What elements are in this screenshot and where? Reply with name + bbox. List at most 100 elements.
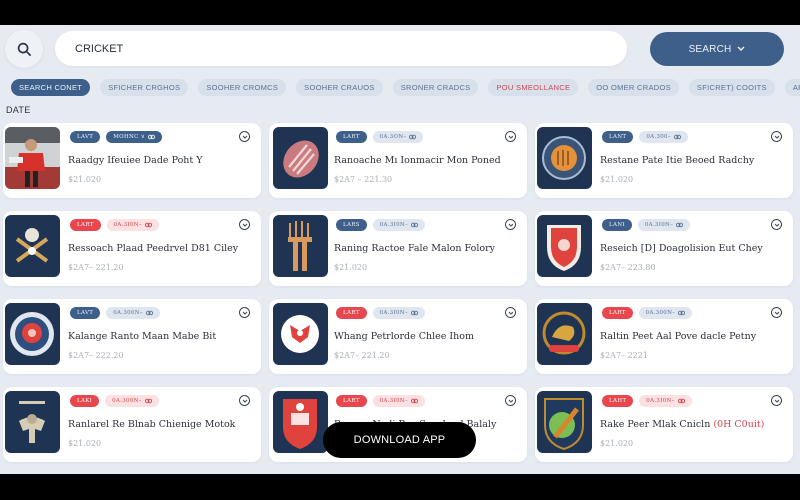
result-card[interactable]: LANT 0A.300– Restane Pate Itie Beoed Rad… (535, 123, 793, 198)
section-label: DATE (6, 105, 31, 115)
card-menu-icon[interactable] (505, 131, 516, 142)
card-title[interactable]: Kalange Ranto Maan Mabe Bit (68, 331, 216, 342)
filter-chip[interactable]: SRONER CRADCS (392, 79, 479, 96)
search-icon-button[interactable] (5, 30, 43, 68)
card-subtag[interactable]: 0A.3I0N– (637, 219, 691, 231)
card-subtag[interactable]: 0A.3I0N– (372, 307, 425, 319)
card-menu-icon[interactable] (771, 131, 782, 142)
card-tag: LART (70, 219, 101, 231)
card-subtag-label: 0A.300N– (112, 398, 142, 404)
crest-icon (144, 398, 152, 404)
card-subtag[interactable]: 0A.300– (639, 131, 688, 143)
card-title[interactable]: Ressoach Plaad Peedrvel D81 Ciley (68, 243, 238, 254)
card-menu-icon[interactable] (505, 395, 516, 406)
results-grid: LAVT MOHNC ∨ Raadgy Ifeuiee Dade Poht Y … (3, 123, 793, 462)
card-title[interactable]: Restane Pate Itie Beoed Radchy (600, 155, 754, 166)
card-menu-icon[interactable] (771, 307, 782, 318)
card-title[interactable]: Rake Peer Mlak Cnicln (0H C0uit) (600, 419, 764, 430)
card-tags: LAHT 0A.3I0N– (602, 395, 692, 407)
search-icon (17, 42, 31, 56)
result-card[interactable]: LART 0A.3ON– Ranoache Mı Ionmacir Mon Po… (269, 123, 527, 198)
card-tags: LAKI 0A.300N– (70, 395, 159, 407)
card-price: $2A7– 222.20 (68, 351, 124, 360)
card-thumbnail (5, 127, 60, 189)
card-tags: LART 0A.3I0N– (336, 395, 425, 407)
card-menu-icon[interactable] (505, 307, 516, 318)
card-thumbnail (273, 127, 328, 189)
card-subtag[interactable]: 0A.300N– (105, 395, 159, 407)
result-card[interactable]: LART 0A.3I0N– Ressoach Plaad Peedrvel D8… (3, 211, 261, 286)
card-menu-icon[interactable] (239, 395, 250, 406)
card-title[interactable]: Raning Ractoe Fale Malon Folory (334, 243, 495, 254)
card-menu-icon[interactable] (771, 219, 782, 230)
filter-chip[interactable]: APUCT (784, 79, 800, 96)
filter-chip[interactable]: OO OMER CRADOS (588, 79, 679, 96)
card-menu-icon[interactable] (771, 395, 782, 406)
result-card[interactable]: LAHT 0A.3I0N– Rake Peer Mlak Cnicln (0H … (535, 387, 793, 462)
card-subtag[interactable]: 0A.3I0N– (372, 219, 426, 231)
app-screen: SEARCH SEARCH CONET SFICHER CRGHOS SOOHE… (0, 25, 800, 474)
card-tag: LAHT (602, 395, 634, 407)
card-subtag[interactable]: MOHNC ∨ (106, 131, 163, 143)
card-title-text: Ranoache Mı Ionmacir Mon Poned (334, 155, 501, 166)
result-card[interactable]: LART 0A.300N– Raltin Peet Aal Pove dacle… (535, 299, 793, 374)
filter-chip[interactable]: SEARCH CONET (11, 79, 91, 96)
filter-chip[interactable]: SOOHER CRAUOS (296, 79, 383, 96)
card-title-text: Raning Ractoe Fale Malon Folory (334, 243, 495, 254)
card-menu-icon[interactable] (239, 219, 250, 230)
card-subtag[interactable]: 0A.3I0N– (639, 395, 692, 407)
result-card[interactable]: LAVT 0A.300N– Kalange Ranto Maan Mabe Bi… (3, 299, 261, 374)
download-app-button[interactable]: DOWNLOAD APP (323, 422, 476, 458)
card-tag: LART (602, 307, 633, 319)
card-price: $2A7 – 221.30 (334, 175, 393, 184)
filter-chip[interactable]: POU SMEOLLANCE (488, 79, 579, 96)
card-subtag-label: 0A.300N– (645, 310, 676, 316)
card-price: $2A7– 223.80 (600, 263, 656, 272)
card-subtag-label: MOHNC ∨ (113, 134, 146, 140)
card-price: $21.020 (600, 175, 634, 184)
card-subtag[interactable]: 0A.300N– (106, 307, 160, 319)
card-title[interactable]: Raltin Peet Aal Pove dacle Petny (600, 331, 756, 342)
card-subtag[interactable]: 0A.3I0N– (106, 219, 159, 231)
filter-chip[interactable]: SFICRET) COOITS (688, 79, 775, 96)
card-menu-icon[interactable] (239, 131, 250, 142)
card-menu-icon[interactable] (505, 219, 516, 230)
card-subtag[interactable]: 0A.3I0N– (372, 395, 425, 407)
crest-icon (410, 310, 418, 316)
result-card[interactable]: LANI 0A.3I0N– Reseich [D] Doagolision Eu… (535, 211, 793, 286)
card-subtag-label: 0A.3I0N– (379, 310, 408, 316)
card-price: $21.020 (68, 175, 102, 184)
card-price: $21.020 (68, 439, 102, 448)
card-title-text: Ressoach Plaad Peedrvel D81 Ciley (68, 243, 239, 254)
card-thumbnail (5, 303, 60, 365)
result-card[interactable]: LART 0A.3I0N– Whang Petrlorde Chlee Ihom… (269, 299, 527, 374)
card-title[interactable]: Ranlarel Re Blnab Chienige Motok (68, 419, 235, 430)
search-button[interactable]: SEARCH (650, 32, 784, 66)
card-title[interactable]: Reseich [D] Doagolision Eut Chey (600, 243, 763, 254)
card-title-text: Raltin Peet Aal Pove dacle Petny (600, 331, 757, 342)
result-card[interactable]: LARS 0A.3I0N– Raning Ractoe Fale Malon F… (269, 211, 527, 286)
card-menu-icon[interactable] (239, 307, 250, 318)
card-title[interactable]: Whang Petrlorde Chlee Ihom (334, 331, 474, 342)
card-subtag-label: 0A.300– (646, 134, 671, 140)
crest-icon (673, 134, 681, 140)
card-price: $2A7– 221.20 (68, 263, 124, 272)
card-title[interactable]: Ranoache Mı Ionmacir Mon Poned (334, 155, 501, 166)
card-thumbnail (537, 303, 592, 365)
card-title-text: Rake Peer Mlak Cnicln (600, 419, 711, 430)
result-card[interactable]: LAKI 0A.300N– Ranlarel Re Blnab Chienige… (3, 387, 261, 462)
search-input[interactable] (55, 31, 627, 66)
crest-icon (411, 222, 419, 228)
filter-chip[interactable]: SFICHER CRGHOS (100, 79, 189, 96)
card-thumbnail (537, 127, 592, 189)
card-title[interactable]: Raadgy Ifeuiee Dade Poht Y (68, 155, 203, 166)
card-subtag-label: 0A.3I0N– (379, 398, 408, 404)
card-tag: LARS (336, 219, 367, 231)
result-card[interactable]: LAVT MOHNC ∨ Raadgy Ifeuiee Dade Poht Y … (3, 123, 261, 198)
card-thumbnail (537, 215, 592, 277)
crest-icon (409, 134, 417, 140)
card-title-text: Whang Petrlorde Chlee Ihom (334, 331, 475, 342)
card-subtag[interactable]: 0A.3ON– (372, 131, 424, 143)
card-subtag[interactable]: 0A.300N– (638, 307, 693, 319)
filter-chip[interactable]: SOOHER CROMCS (198, 79, 287, 96)
